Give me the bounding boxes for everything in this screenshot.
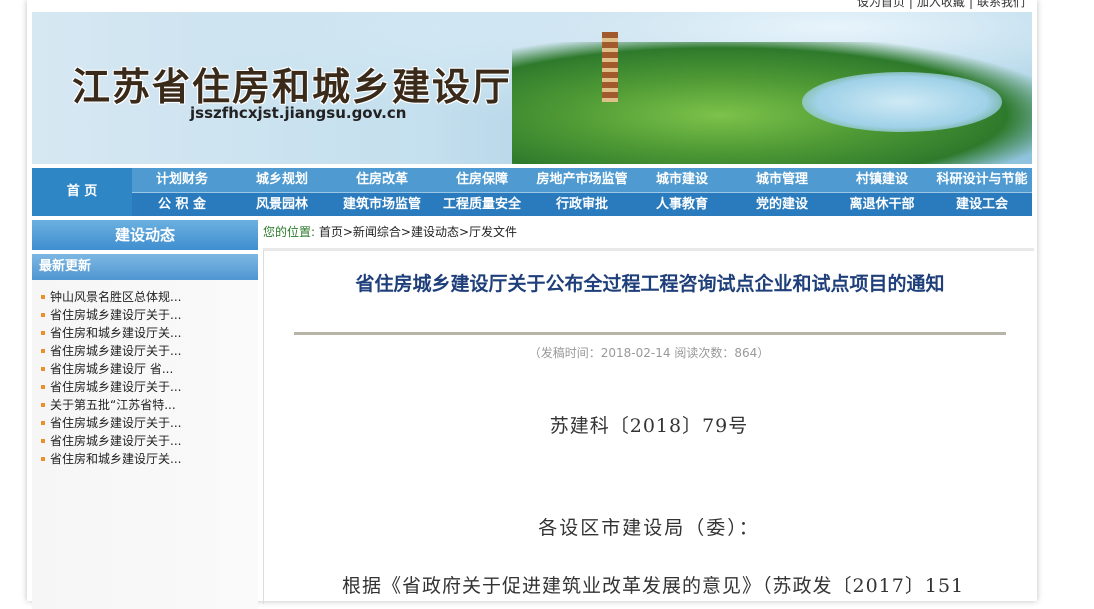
bookmark-link[interactable]: 加入收藏 [917,0,965,9]
latest-updates-list: 钟山风景名胜区总体规... 省住房城乡建设厅关于... 省住房和城乡建设厅关..… [32,280,258,609]
nav-item-research-design[interactable]: 科研设计与节能 [932,168,1032,192]
article-title: 省住房城乡建设厅关于公布全过程工程咨询试点企业和试点项目的通知 [355,273,945,295]
latest-updates-title: 最新更新 [32,254,258,280]
nav-item-urban-rural-planning[interactable]: 城乡规划 [232,168,332,192]
list-item[interactable]: 省住房城乡建设厅关于... [32,414,258,432]
bullet-icon [41,331,45,335]
nav-item-village-construction[interactable]: 村镇建设 [832,168,932,192]
document-number: 苏建科〔2018〕79号 [549,415,749,437]
top-links: 设为首页 | 加入收藏 | 联系我们 [857,0,1025,10]
nav-item-planning-finance[interactable]: 计划财务 [132,168,232,192]
bullet-icon [41,367,45,371]
banner-lake-image [802,72,1002,132]
bullet-icon [41,421,45,425]
list-item[interactable]: 省住房和城乡建设厅关... [32,450,258,468]
bullet-icon [41,295,45,299]
article-meta: （发稿时间：2018-02-14 阅读次数：864） [528,346,770,360]
list-item-label[interactable]: 省住房城乡建设厅关于... [50,434,181,448]
list-item-label[interactable]: 省住房城乡建设厅关于... [50,416,181,430]
list-item[interactable]: 关于第五批“江苏省特... [32,396,258,414]
list-item-label[interactable]: 关于第五批“江苏省特... [50,398,176,412]
list-item[interactable]: 省住房城乡建设厅关于... [32,306,258,324]
set-home-link[interactable]: 设为首页 [857,0,905,9]
bullet-icon [41,349,45,353]
list-item[interactable]: 省住房城乡建设厅 省... [32,360,258,378]
nav-home[interactable]: 首 页 [32,168,132,216]
list-item[interactable]: 省住房城乡建设厅关于... [32,432,258,450]
site-title: 江苏省住房和城乡建设厅 [72,65,513,109]
nav-item-provident-fund[interactable]: 公 积 金 [132,193,232,216]
list-item[interactable]: 省住房城乡建设厅关于... [32,342,258,360]
banner-pagoda-image [602,32,618,102]
nav-item-real-estate[interactable]: 房地产市场监管 [532,168,632,192]
nav-row-2: 公 积 金 风景园林 建筑市场监管 工程质量安全 行政审批 人事教育 党的建设 … [132,192,1032,216]
bullet-icon [41,403,45,407]
list-item-label[interactable]: 钟山风景名胜区总体规... [50,290,181,304]
nav-item-construction-market[interactable]: 建筑市场监管 [332,193,432,216]
sidebar: 建设动态 最新更新 钟山风景名胜区总体规... 省住房城乡建设厅关于... 省住… [32,220,258,609]
list-item-label[interactable]: 省住房城乡建设厅 省... [50,362,173,376]
nav-row-1: 计划财务 城乡规划 住房改革 住房保障 房地产市场监管 城市建设 城市管理 村镇… [132,168,1032,192]
bullet-icon [41,457,45,461]
list-item[interactable]: 钟山风景名胜区总体规... [32,288,258,306]
breadcrumb: 您的位置: 首页>新闻综合>建设动态>厅发文件 [263,220,1033,244]
recipient-line: 各设区市建设局（委）： [538,517,760,539]
nav-item-quality-safety[interactable]: 工程质量安全 [432,193,532,216]
main-content: 您的位置: 首页>新闻综合>建设动态>厅发文件 省住房城乡建设厅关于公布全过程工… [263,220,1034,604]
nav-item-urban-management[interactable]: 城市管理 [732,168,832,192]
header-banner: 江苏省住房和城乡建设厅 jsszfhcxjst.jiangsu.gov.cn [32,12,1032,164]
nav-item-landscape[interactable]: 风景园林 [232,193,332,216]
separator: | [908,0,913,9]
bullet-icon [41,439,45,443]
title-divider [294,332,1006,335]
breadcrumb-path[interactable]: 首页>新闻综合>建设动态>厅发文件 [319,225,517,239]
article-box: 省住房城乡建设厅关于公布全过程工程咨询试点企业和试点项目的通知 （发稿时间：20… [263,248,1034,604]
breadcrumb-label: 您的位置: [263,225,316,239]
site-url: jsszfhcxjst.jiangsu.gov.cn [190,104,407,122]
nav-item-urban-construction[interactable]: 城市建设 [632,168,732,192]
bullet-icon [41,385,45,389]
contact-link[interactable]: 联系我们 [977,0,1025,9]
list-item[interactable]: 省住房和城乡建设厅关... [32,324,258,342]
list-item-label[interactable]: 省住房城乡建设厅关于... [50,344,181,358]
list-item[interactable]: 省住房城乡建设厅关于... [32,378,258,396]
main-navigation: 首 页 计划财务 城乡规划 住房改革 住房保障 房地产市场监管 城市建设 城市管… [32,168,1032,216]
sidebar-section-title: 建设动态 [32,220,258,250]
nav-item-hr-education[interactable]: 人事教育 [632,193,732,216]
nav-item-housing-security[interactable]: 住房保障 [432,168,532,192]
nav-item-admin-approval[interactable]: 行政审批 [532,193,632,216]
article-body: 根据《省政府关于促进建筑业改革发展的意见》（苏政发〔2017〕151 [342,575,965,597]
nav-item-retired-cadres[interactable]: 离退休干部 [832,193,932,216]
list-item-label[interactable]: 省住房和城乡建设厅关... [50,452,181,466]
list-item-label[interactable]: 省住房和城乡建设厅关... [50,326,181,340]
separator: | [968,0,973,9]
nav-item-housing-reform[interactable]: 住房改革 [332,168,432,192]
nav-item-union[interactable]: 建设工会 [932,193,1032,216]
page-container: 设为首页 | 加入收藏 | 联系我们 江苏省住房和城乡建设厅 jsszfhcxjst.j… [27,0,1037,609]
nav-item-party-building[interactable]: 党的建设 [732,193,832,216]
bullet-icon [41,313,45,317]
list-item-label[interactable]: 省住房城乡建设厅关于... [50,380,181,394]
list-item-label[interactable]: 省住房城乡建设厅关于... [50,308,181,322]
